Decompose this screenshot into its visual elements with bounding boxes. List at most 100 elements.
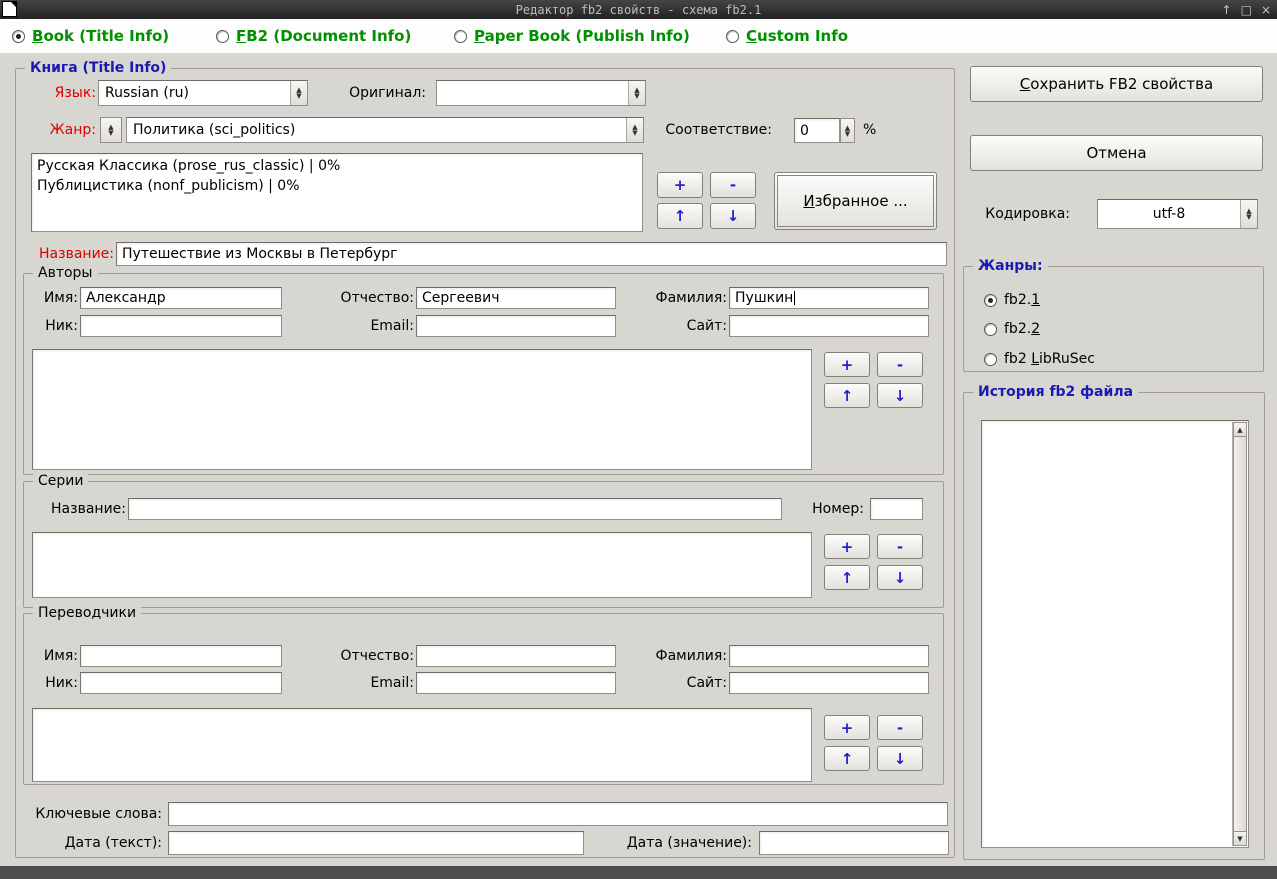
tab-paper-book-publish-info[interactable]: Paper Book (Publish Info) — [454, 25, 690, 47]
author-nick-input[interactable] — [80, 315, 282, 337]
group-legend: Книга (Title Info) — [25, 59, 172, 77]
translator-last-name-label: Фамилия: — [655, 648, 727, 664]
schema-option-fb2-2[interactable]: fb2.2 — [984, 318, 1040, 340]
series-list[interactable] — [32, 532, 812, 598]
scroll-down-icon[interactable]: ▼ — [1233, 831, 1247, 846]
author-last-name-input[interactable]: Пушкин — [729, 287, 929, 309]
favorites-button[interactable]: Избранное ... — [774, 172, 937, 230]
series-move-up-button[interactable]: ↑ — [824, 565, 870, 590]
authors-list[interactable] — [32, 349, 812, 470]
keywords-label: Ключевые слова: — [35, 806, 162, 822]
genres-list[interactable]: Русская Классика (prose_rus_classic) | 0… — [31, 153, 643, 232]
label-accel: С — [1019, 75, 1031, 93]
date-value-input[interactable] — [759, 831, 949, 855]
genres-remove-button[interactable]: - — [710, 172, 756, 198]
tab-custom-info[interactable]: Custom Info — [726, 25, 848, 47]
genre-value: Политика (sci_politics) — [133, 122, 296, 138]
genre-spinner[interactable]: ▲ ▼ — [100, 117, 122, 143]
translators-group: Переводчики Имя: Отчество: Фамилия: Ник:… — [23, 604, 944, 785]
author-first-name-input[interactable]: Александр — [80, 287, 282, 309]
author-middle-name-label: Отчество: — [340, 290, 414, 306]
series-remove-button[interactable]: - — [877, 534, 923, 559]
authors-remove-button[interactable]: - — [877, 352, 923, 377]
cancel-button[interactable]: Отмена — [970, 135, 1263, 171]
genres-move-down-button[interactable]: ↓ — [710, 203, 756, 229]
translators-move-down-button[interactable]: ↓ — [877, 746, 923, 771]
match-label: Соответствие: — [665, 122, 772, 138]
translators-remove-button[interactable]: - — [877, 715, 923, 740]
author-site-input[interactable] — [729, 315, 929, 337]
series-name-label: Название: — [51, 501, 126, 517]
genres-move-up-button[interactable]: ↑ — [657, 203, 703, 229]
radio-icon — [454, 29, 467, 43]
translators-add-button[interactable]: + — [824, 715, 870, 740]
translator-last-name-input[interactable] — [729, 645, 929, 667]
keywords-input[interactable] — [168, 802, 948, 826]
label-text: fb2 — [1004, 351, 1032, 367]
translator-first-name-input[interactable] — [80, 645, 282, 667]
schema-option-fb2-1[interactable]: fb2.1 — [984, 289, 1040, 311]
radio-icon — [726, 29, 739, 43]
tab-book-title-info[interactable]: Book (Title Info) — [12, 25, 169, 47]
tab-label: FB2 (Document Info) — [236, 27, 411, 45]
match-spinner[interactable]: ▲ ▼ — [840, 118, 855, 143]
author-email-input[interactable] — [416, 315, 616, 337]
genre-list-item[interactable]: Публицистика (nonf_publicism) | 0% — [37, 176, 637, 196]
close-button[interactable]: × — [1261, 3, 1271, 17]
window-resize-edge[interactable] — [0, 866, 1277, 879]
label-text: ibRuSec — [1039, 351, 1095, 367]
history-list[interactable]: ▲ ▼ — [981, 420, 1249, 848]
scroll-up-icon[interactable]: ▲ — [1233, 422, 1247, 437]
combo-down-icon: ▼ — [296, 92, 302, 100]
series-number-label: Номер: — [812, 501, 864, 517]
author-site-label: Сайт: — [686, 318, 727, 334]
translator-middle-name-label: Отчество: — [340, 648, 414, 664]
genre-list-item[interactable]: Русская Классика (prose_rus_classic) | 0… — [37, 156, 637, 176]
original-select[interactable]: ▲ ▼ — [436, 80, 646, 106]
translators-list[interactable] — [32, 708, 812, 782]
translators-move-up-button[interactable]: ↑ — [824, 746, 870, 771]
book-title-input[interactable]: Путешествие из Москвы в Петербург — [116, 242, 947, 266]
original-label: Оригинал: — [349, 85, 426, 101]
titlebar[interactable]: Редактор fb2 свойств - схема fb2.1 — [0, 0, 1277, 19]
history-scrollbar[interactable]: ▲ ▼ — [1232, 422, 1247, 846]
schema-option-fb2-librusec[interactable]: fb2 LibRuSec — [984, 348, 1095, 370]
language-select[interactable]: Russian (ru) ▲ ▼ — [98, 80, 308, 106]
encoding-value: utf-8 — [1152, 206, 1186, 222]
window-icon[interactable] — [2, 1, 17, 17]
book-title-label: Название: — [39, 246, 114, 262]
author-middle-name-input[interactable]: Сергеевич — [416, 287, 616, 309]
series-number-input[interactable] — [870, 498, 923, 520]
match-value: 0 — [800, 122, 809, 139]
encoding-select[interactable]: utf-8 ▲ ▼ — [1097, 199, 1258, 229]
combo-arrows-icon: ▲ ▼ — [1240, 200, 1257, 228]
maximize-button[interactable]: □ — [1241, 3, 1252, 17]
label-accel: C — [746, 27, 758, 45]
authors-move-down-button[interactable]: ↓ — [877, 383, 923, 408]
translator-email-input[interactable] — [416, 672, 616, 694]
genres-add-button[interactable]: + — [657, 172, 703, 198]
author-email-label: Email: — [370, 318, 414, 334]
save-fb2-button[interactable]: Сохранить FB2 свойства — [970, 66, 1263, 102]
tab-fb2-document-info[interactable]: FB2 (Document Info) — [216, 25, 411, 47]
label-accel: P — [474, 27, 485, 45]
series-name-input[interactable] — [128, 498, 782, 520]
translator-nick-input[interactable] — [80, 672, 282, 694]
translator-middle-name-input[interactable] — [416, 645, 616, 667]
option-label: fb2.2 — [1004, 321, 1040, 337]
match-input[interactable]: 0 — [794, 118, 840, 143]
spin-down-icon: ▼ — [108, 129, 114, 137]
date-text-label: Дата (текст): — [64, 835, 162, 851]
genre-select[interactable]: Политика (sci_politics) ▲ ▼ — [126, 117, 644, 143]
authors-add-button[interactable]: + — [824, 352, 870, 377]
series-add-button[interactable]: + — [824, 534, 870, 559]
authors-move-up-button[interactable]: ↑ — [824, 383, 870, 408]
group-legend: Авторы — [33, 264, 98, 282]
date-text-input[interactable] — [168, 831, 584, 855]
scrollbar-thumb[interactable] — [1233, 437, 1247, 831]
shade-button[interactable]: ↑ — [1222, 3, 1232, 17]
title-info-group: Книга (Title Info) Язык: Russian (ru) ▲ ▼… — [15, 59, 955, 858]
language-value: Russian (ru) — [105, 85, 189, 101]
translator-site-input[interactable] — [729, 672, 929, 694]
series-move-down-button[interactable]: ↓ — [877, 565, 923, 590]
